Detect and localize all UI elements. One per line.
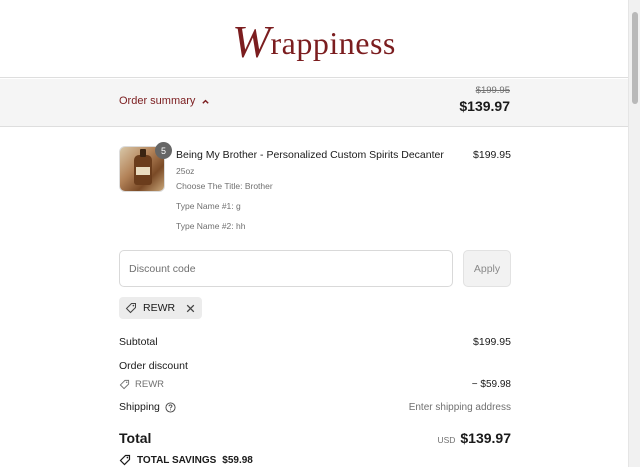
product-thumbnail: 5 [119,142,172,192]
apply-discount-button[interactable]: Apply [463,250,511,287]
order-summary-content: 5 Being My Brother - Personalized Custom… [119,127,511,466]
product-size: 25oz [176,166,195,176]
chevron-up-icon [202,99,210,104]
summary-total-price: $139.97 [459,98,510,114]
order-summary-bar: Order summary $199.95 $139.97 [0,79,628,127]
order-summary-label: Order summary [119,95,196,107]
order-discount-row: Order discount [119,360,511,372]
product-option-title: Choose The Title: Brother [176,181,273,191]
scrollbar-thumb[interactable] [632,12,638,104]
order-summary-toggle[interactable]: Order summary [119,95,210,107]
logo-wordmark: rappiness [270,24,396,61]
product-price: $199.95 [473,149,511,161]
logo-initial: W [232,15,271,67]
compare-at-price: $199.95 [475,85,510,96]
tag-icon [119,454,131,466]
shipping-row: Shipping Enter shipping address [119,401,511,413]
page-scrollbar[interactable] [628,0,640,467]
shipping-value: Enter shipping address [408,401,511,413]
discount-form: Apply [119,250,511,287]
discount-code-label: REWR [135,379,165,390]
close-icon[interactable] [185,303,196,314]
total-savings-label: TOTAL SAVINGS [137,454,217,466]
product-info: Being My Brother - Personalized Custom S… [176,149,456,231]
tag-icon [119,379,130,390]
subtotal-label: Subtotal [119,336,158,348]
currency-code: USD [437,435,456,445]
applied-discount-chip: REWR [119,297,203,319]
brand-logo[interactable]: Wrappiness [232,15,396,67]
total-label: Total [119,430,152,446]
total-savings-value: $59.98 [222,454,253,466]
subtotal-value: $199.95 [473,336,511,348]
discount-code-row: REWR − $59.98 [119,379,511,390]
product-title: Being My Brother - Personalized Custom S… [176,149,444,161]
decanter-label-image [136,167,150,175]
total-row: Total USD $139.97 [119,430,511,446]
product-option-name2: Type Name #2: hh [176,221,246,231]
summary-prices: $199.95 $139.97 [459,85,510,114]
discount-amount: − $59.98 [471,379,511,390]
tag-icon [125,303,136,314]
site-header: Wrappiness [0,0,628,78]
total-value: $139.97 [460,430,511,446]
product-option-name1: Type Name #1: g [176,201,241,211]
total-savings: TOTAL SAVINGS $59.98 [119,454,511,466]
quantity-badge: 5 [155,142,172,159]
subtotal-row: Subtotal $199.95 [119,336,511,348]
discount-code-input[interactable] [119,250,453,287]
applied-discount-code: REWR [143,302,176,314]
shipping-label: Shipping [119,401,160,413]
order-discount-label: Order discount [119,360,188,372]
question-circle-icon[interactable] [165,401,176,413]
line-item: 5 Being My Brother - Personalized Custom… [119,142,511,250]
